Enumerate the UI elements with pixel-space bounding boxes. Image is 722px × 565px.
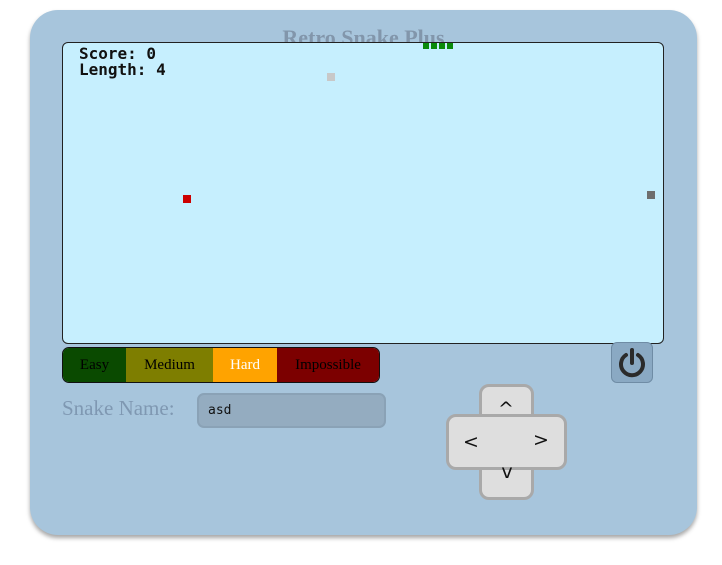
power-icon (619, 347, 645, 377)
power-button[interactable] (611, 342, 653, 383)
dpad-up-button[interactable]: ^ (493, 396, 519, 422)
length-text: Length: 4 (79, 60, 166, 79)
difficulty-medium-button[interactable]: Medium (126, 348, 213, 382)
difficulty-easy-button[interactable]: Easy (63, 348, 126, 382)
dpad-down-button[interactable]: v (494, 459, 520, 485)
snake-segment (447, 43, 453, 49)
direction-pad: ^ < > v (446, 384, 567, 500)
snake-name-label: Snake Name: (62, 396, 175, 420)
hud: Score: 0 Length: 4 (79, 46, 166, 78)
snake-segment (423, 43, 429, 49)
difficulty-selector: Easy Medium Hard Impossible (62, 347, 380, 383)
light-item (327, 73, 335, 81)
game-console: Retro Snake Plus Score: 0 Length: 4 Easy… (30, 10, 697, 535)
dpad-left-button[interactable]: < (458, 429, 484, 455)
grey-item (647, 191, 655, 199)
snake-name-input[interactable] (197, 393, 386, 428)
difficulty-hard-button[interactable]: Hard (213, 348, 277, 382)
game-board[interactable]: Score: 0 Length: 4 (62, 42, 664, 344)
snake-segment (431, 43, 437, 49)
snake-segment (439, 43, 445, 49)
food-pellet (183, 195, 191, 203)
dpad-right-button[interactable]: > (528, 427, 554, 453)
difficulty-impossible-button[interactable]: Impossible (277, 348, 379, 382)
